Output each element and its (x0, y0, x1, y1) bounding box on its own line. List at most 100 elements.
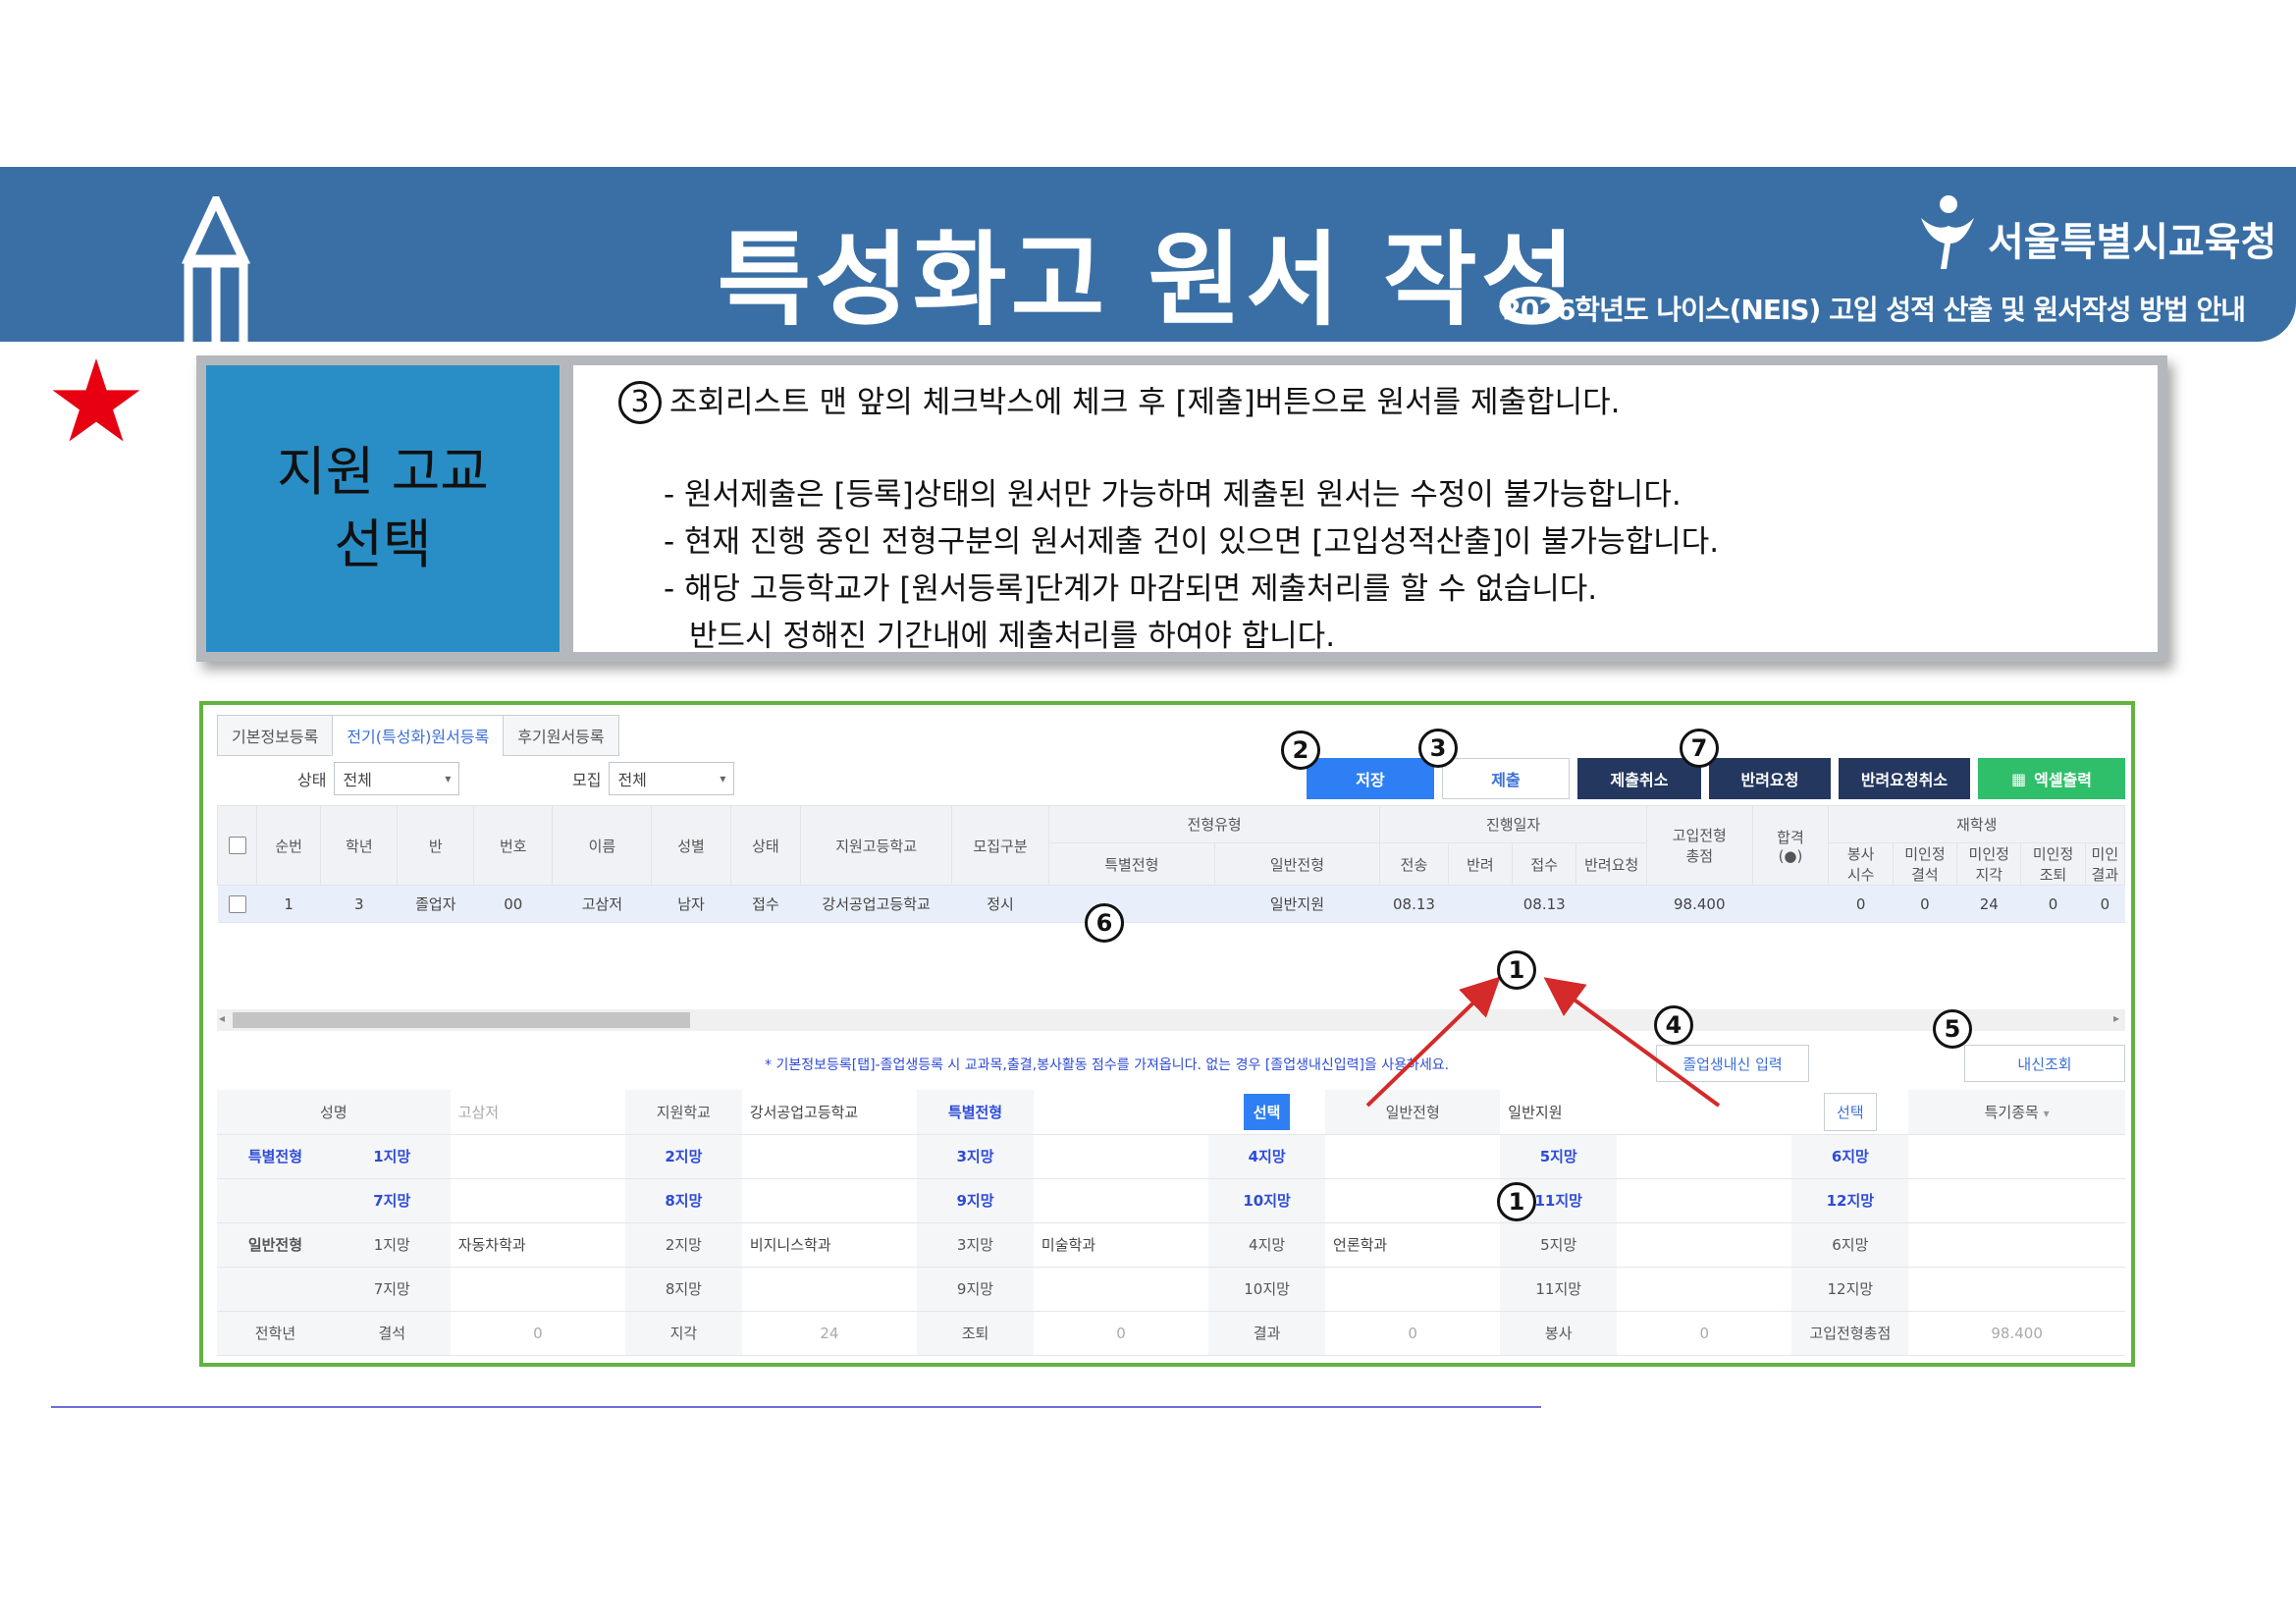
stat-value: 0 (1617, 1311, 1792, 1356)
choice-label: 1지망 (333, 1134, 451, 1179)
status-select[interactable]: 전체 ▾ (334, 762, 460, 795)
scroll-left-icon[interactable]: ◂ (219, 1011, 225, 1025)
talent-label: 특기종목 (1984, 1103, 2039, 1121)
form-row-basic: 성명 고삼저 지원학교 강서공업고등학교 특별전형 선택 일반전형 일반지원 선… (217, 1090, 2125, 1135)
horizontal-scrollbar[interactable]: ◂ ▸ (217, 1009, 2125, 1031)
choice-field[interactable]: 비지니스학과 (741, 1222, 918, 1268)
badge-6: 6 (1085, 903, 1124, 943)
choice-field[interactable] (450, 1267, 625, 1312)
cell-return-request (1575, 885, 1647, 923)
grade-view-button[interactable]: 내신조회 (1964, 1045, 2125, 1082)
choice-field[interactable] (450, 1178, 625, 1223)
choice-field[interactable] (1325, 1267, 1501, 1312)
col-absence-l2: 결석 (1911, 866, 1939, 884)
table-empty-area (217, 931, 2125, 1009)
recruit-select[interactable]: 전체 ▾ (609, 762, 735, 795)
tab-late-application[interactable]: 후기원서등록 (503, 715, 619, 756)
stat-value: 0 (1325, 1311, 1501, 1356)
cell-number: 00 (473, 885, 553, 923)
chevron-down-icon: ▾ (720, 772, 726, 785)
special-choice-row: 7지망 8지망 9지망 10지망 11지망 12지망 (217, 1178, 2125, 1223)
recruit-filter: 모집 전체 ▾ (572, 762, 735, 795)
col-special: 특별전형 (1048, 842, 1215, 886)
choice-field[interactable] (1033, 1134, 1209, 1179)
table-row[interactable]: 1 3 졸업자 00 고삼저 남자 접수 강서공업고등학교 정시 일반지원 08… (217, 885, 2125, 923)
choice-field[interactable] (1908, 1267, 2125, 1312)
choice-field[interactable] (1325, 1178, 1501, 1223)
choice-field[interactable] (1325, 1134, 1501, 1179)
tab-basic-info[interactable]: 기본정보등록 (217, 715, 334, 756)
badge-4: 4 (1654, 1005, 1693, 1045)
banner-subtitle: 2026학년도 나이스(NEIS) 고입 성적 산출 및 원서작성 방법 안내 (1502, 294, 2246, 326)
cell-name: 고삼저 (552, 885, 652, 923)
grad-grade-button[interactable]: 졸업생내신 입력 (1656, 1045, 1809, 1082)
choice-field[interactable] (1908, 1134, 2125, 1179)
general-select-button[interactable]: 선택 (1824, 1092, 1877, 1131)
submit-button[interactable]: 제출 (1442, 758, 1570, 799)
cancel-return-button[interactable]: 반려요청취소 (1839, 758, 1970, 799)
choice-label: 6지망 (1791, 1222, 1909, 1268)
choice-field[interactable] (1617, 1222, 1792, 1268)
stat-value: 24 (741, 1311, 918, 1356)
stat-label: 결과 (1208, 1311, 1326, 1356)
select-all-checkbox[interactable] (228, 837, 246, 855)
application-table: 순번 학년 반 번호 이름 성별 상태 지원고등학교 모집구분 전형유형 진행일… (216, 805, 2126, 923)
application-detail-form: 성명 고삼저 지원학교 강서공업고등학교 특별전형 선택 일반전형 일반지원 선… (217, 1090, 2125, 1356)
cell-sent: 08.13 (1379, 885, 1449, 923)
tab-early-application[interactable]: 전기(특성화)원서등록 (332, 715, 505, 756)
special-pick-cell: 선택 (1208, 1090, 1326, 1135)
choice-field[interactable] (1908, 1222, 2125, 1268)
col-name: 이름 (552, 805, 653, 886)
choice-field[interactable]: 미술학과 (1033, 1222, 1209, 1268)
choice-label: 8지망 (624, 1267, 742, 1312)
scrollbar-thumb[interactable] (233, 1012, 690, 1028)
stat-value: 98.400 (1908, 1311, 2125, 1356)
cell-late: 24 (1956, 885, 2021, 923)
status-filter: 상태 전체 ▾ (297, 762, 460, 795)
row-checkbox[interactable] (228, 894, 246, 913)
choice-field[interactable] (1033, 1267, 1209, 1312)
choice-field[interactable]: 자동차학과 (450, 1222, 625, 1268)
recruit-filter-label: 모집 (572, 771, 602, 789)
col-sent: 전송 (1379, 842, 1449, 886)
return-request-button[interactable]: 반려요청 (1709, 758, 1831, 799)
step-box: 지원 고교 선택 3 조회리스트 맨 앞의 체크박스에 체크 후 [제출]버튼으… (196, 355, 2167, 662)
recruit-select-value: 전체 (617, 771, 647, 789)
name-field[interactable]: 고삼저 (450, 1090, 625, 1135)
talent-field[interactable]: 특기종목 ▾ (1908, 1090, 2125, 1135)
general-field[interactable]: 일반지원 (1500, 1090, 1792, 1135)
step-main: 3 조회리스트 맨 앞의 체크박스에 체크 후 [제출]버튼으로 원서를 제출합… (618, 379, 2112, 426)
choice-label: 9지망 (917, 1267, 1034, 1312)
col-early-l1: 미인정 (2032, 845, 2074, 863)
choice-field[interactable] (741, 1178, 918, 1223)
chevron-down-icon: ▾ (445, 772, 452, 785)
col-late-l1: 미인정 (1968, 845, 2009, 863)
choice-field[interactable] (1617, 1134, 1792, 1179)
excel-export-button[interactable]: ▦ 엑셀출력 (1978, 758, 2125, 799)
save-button[interactable]: 저장 (1307, 758, 1434, 799)
col-school: 지원고등학교 (800, 805, 953, 886)
school-field[interactable]: 강서공업고등학교 (741, 1090, 918, 1135)
choice-field[interactable] (1033, 1178, 1209, 1223)
cancel-submit-button[interactable]: 제출취소 (1577, 758, 1701, 799)
stat-value: 0 (450, 1311, 625, 1356)
col-class: 반 (397, 805, 475, 886)
choice-field[interactable] (1617, 1267, 1792, 1312)
special-select-button[interactable]: 선택 (1243, 1093, 1291, 1130)
choice-field[interactable] (1908, 1178, 2125, 1223)
step-bullet: - 해당 고등학교가 [원서등록]단계가 마감되면 제출처리를 할 수 없습니다… (664, 571, 1598, 607)
choice-field[interactable] (450, 1134, 625, 1179)
step-bullet: - 원서제출은 [등록]상태의 원서만 가능하며 제출된 원서는 수정이 불가능… (664, 477, 1682, 513)
col-seq: 순번 (256, 805, 322, 886)
special-field[interactable] (1033, 1090, 1209, 1135)
general-pick-cell: 선택 (1791, 1090, 1909, 1135)
row-checkbox-cell (217, 885, 257, 923)
choice-field[interactable] (1617, 1178, 1792, 1223)
scroll-right-icon[interactable]: ▸ (2113, 1011, 2119, 1025)
choice-field[interactable]: 언론학과 (1325, 1222, 1501, 1268)
choice-field[interactable] (741, 1267, 918, 1312)
col-group-type: 전형유형 (1048, 805, 1381, 843)
choice-label: 8지망 (624, 1178, 742, 1223)
choice-field[interactable] (741, 1134, 918, 1179)
status-filter-label: 상태 (297, 771, 327, 789)
